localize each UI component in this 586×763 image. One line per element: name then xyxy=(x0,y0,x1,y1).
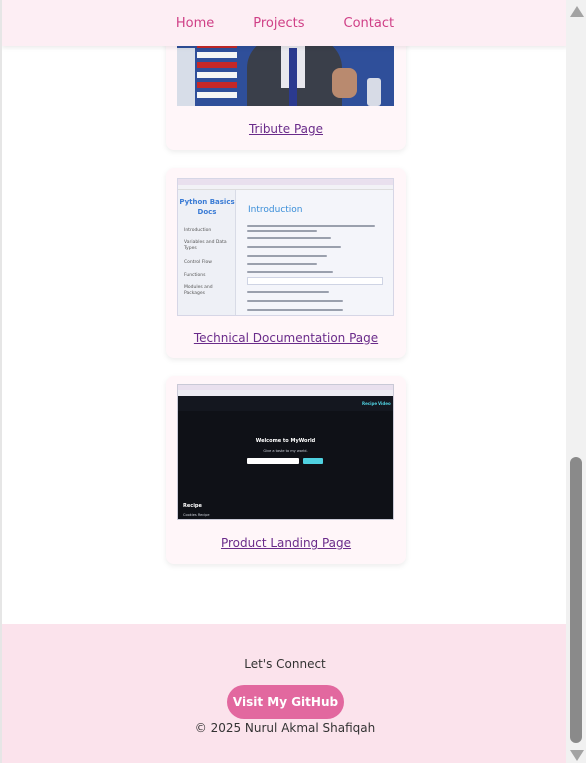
docs-page-link[interactable]: Technical Documentation Page xyxy=(166,331,406,345)
navbar: Home Projects Contact xyxy=(2,0,566,46)
scroll-down-arrow-icon[interactable] xyxy=(570,750,584,761)
nav-projects-link[interactable]: Projects xyxy=(253,16,304,31)
landing-nav xyxy=(178,396,393,411)
nav-home-link[interactable]: Home xyxy=(176,16,214,31)
footer: Let's Connect Visit My GitHub © 2025 Nur… xyxy=(2,624,566,763)
project-card-docs: Python Basics Docs Introduction Variable… xyxy=(166,168,406,358)
nav-contact-link[interactable]: Contact xyxy=(344,16,395,31)
docs-sidebar: Python Basics Docs Introduction Variable… xyxy=(178,190,236,315)
docs-main-title: Introduction xyxy=(248,205,303,215)
docs-sidebar-item: Control Flow xyxy=(184,260,212,265)
landing-heading: Welcome to MyWorld xyxy=(255,438,316,444)
docs-sidebar-item: Introduction xyxy=(184,228,212,233)
project-card-landing: Recipe Video Welcome to MyWorld Give a t… xyxy=(166,376,406,564)
tribute-thumbnail[interactable] xyxy=(177,38,394,106)
docs-sidebar-title: Python Basics Docs xyxy=(179,198,235,216)
landing-nav-item: Recipe xyxy=(362,401,378,406)
landing-email-input xyxy=(247,458,299,464)
landing-thumbnail[interactable]: Recipe Video Welcome to MyWorld Give a t… xyxy=(177,384,394,520)
tribute-page-link[interactable]: Tribute Page xyxy=(166,122,406,136)
docs-thumbnail[interactable]: Python Basics Docs Introduction Variable… xyxy=(177,178,394,316)
page: Home Projects Contact Tribute Page Pytho… xyxy=(0,0,566,763)
landing-cta-button xyxy=(303,458,323,464)
landing-page-link[interactable]: Product Landing Page xyxy=(166,536,406,550)
footer-heading: Let's Connect xyxy=(244,657,326,671)
docs-sidebar-item: Variables and Data Types xyxy=(184,240,227,251)
docs-sidebar-item: Functions xyxy=(184,273,206,278)
landing-section-item: Cookies Recipe xyxy=(183,513,210,517)
landing-nav-item: Video xyxy=(378,401,391,406)
copyright-text: © 2025 Nurul Akmal Shafiqah xyxy=(194,721,376,735)
docs-sidebar-item: Modules and Packages xyxy=(184,285,213,296)
scrollbar[interactable] xyxy=(566,0,586,763)
docs-code-block xyxy=(247,277,383,285)
visit-github-button[interactable]: Visit My GitHub xyxy=(227,685,344,719)
scroll-up-arrow-icon[interactable] xyxy=(570,6,584,17)
landing-section-title: Recipe xyxy=(183,503,202,509)
scroll-thumb[interactable] xyxy=(570,457,582,743)
landing-subheading: Give a taste to my world. xyxy=(263,449,308,453)
